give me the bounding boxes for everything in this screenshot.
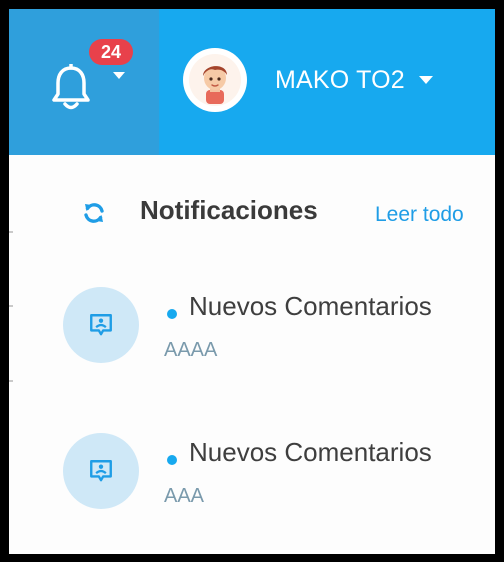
avatar bbox=[183, 48, 247, 112]
notification-window: 24 MAKO TO2 Notificaciones Leer todo Nue… bbox=[9, 9, 495, 554]
notifications-toggle[interactable]: 24 bbox=[9, 9, 159, 155]
chevron-down-icon bbox=[418, 76, 433, 84]
notification-title: Nuevos Comentarios bbox=[189, 291, 432, 321]
notifications-header: Notificaciones Leer todo bbox=[9, 155, 495, 245]
notifications-title: Notificaciones bbox=[140, 195, 318, 225]
comment-icon bbox=[90, 314, 112, 336]
comment-icon-circle bbox=[63, 433, 139, 509]
notification-subtitle: AAAA bbox=[164, 339, 218, 361]
read-all-link[interactable]: Leer todo bbox=[375, 203, 464, 227]
unread-dot bbox=[167, 455, 177, 465]
notification-count-badge: 24 bbox=[89, 39, 133, 65]
top-navbar: 24 MAKO TO2 bbox=[9, 9, 495, 155]
user-avatar-icon bbox=[189, 54, 241, 106]
unread-dot bbox=[167, 309, 177, 319]
chevron-down-icon bbox=[113, 72, 125, 79]
username: MAKO TO2 bbox=[275, 65, 405, 94]
comment-icon-circle bbox=[63, 287, 139, 363]
refresh-icon[interactable] bbox=[82, 201, 106, 225]
notification-title: Nuevos Comentarios bbox=[189, 437, 432, 467]
user-menu[interactable]: MAKO TO2 bbox=[183, 47, 433, 113]
notification-item[interactable]: Nuevos Comentarios AAA bbox=[9, 433, 495, 553]
comment-icon bbox=[90, 460, 112, 482]
notification-subtitle: AAA bbox=[164, 485, 205, 507]
bell-icon bbox=[52, 64, 90, 110]
notification-item[interactable]: Nuevos Comentarios AAAA bbox=[9, 287, 495, 407]
